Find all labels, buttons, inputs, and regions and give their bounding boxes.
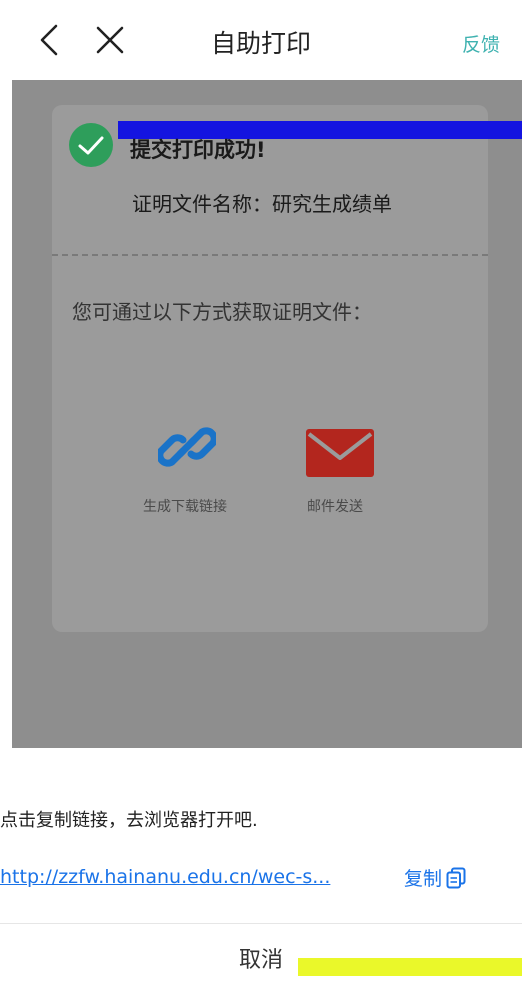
- top-nav-bar: 自助打印 反馈: [0, 0, 522, 80]
- copy-label: 复制: [404, 868, 443, 890]
- download-url-link[interactable]: http://zzfw.hainanu.edu.cn/wec-s...: [0, 866, 330, 888]
- success-message: 提交打印成功!: [130, 138, 266, 162]
- result-dialog: [52, 105, 488, 632]
- copy-button[interactable]: 复制: [404, 864, 466, 891]
- dashed-divider: [52, 254, 488, 256]
- feedback-button[interactable]: 反馈: [462, 30, 500, 57]
- sheet-divider: [0, 923, 522, 924]
- file-name-text: 证明文件名称：研究生成绩单: [132, 192, 392, 216]
- copy-icon: [446, 867, 466, 888]
- send-email-option[interactable]: 邮件发送: [307, 496, 363, 516]
- retrieval-methods-label: 您可通过以下方式获取证明文件：: [72, 300, 372, 324]
- check-circle-icon: [69, 123, 113, 167]
- redaction-bar: [298, 958, 522, 976]
- mail-icon[interactable]: [305, 428, 375, 478]
- generate-link-option[interactable]: 生成下载链接: [143, 496, 227, 516]
- page-title: 自助打印: [210, 29, 311, 58]
- copy-tip-text: 点击复制链接，去浏览器打开吧.: [0, 810, 258, 831]
- link-icon[interactable]: [158, 418, 216, 476]
